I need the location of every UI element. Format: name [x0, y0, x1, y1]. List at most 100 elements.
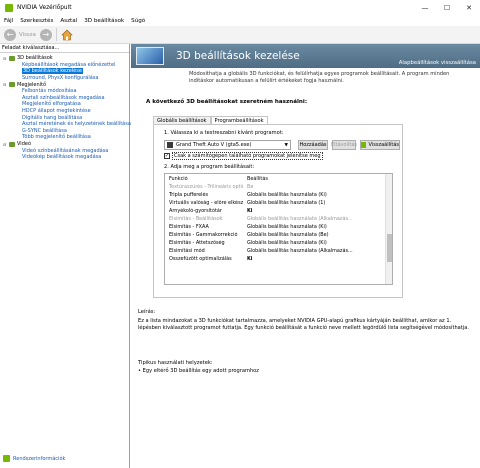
feature-name: Árnyékoló-gyorsítótár — [169, 208, 222, 214]
feature-setting[interactable]: Globális beállítás használata (1) — [243, 200, 392, 206]
sidebar-item-label: Videó színbeállításának megadása — [22, 147, 109, 154]
system-info-link[interactable]: Rendszerinformációk — [3, 455, 65, 462]
description-text: Ez a lista mindazokat a 3D funkciókat ta… — [138, 318, 469, 332]
sidebar-item[interactable]: 3D beállítások kezelése — [0, 68, 129, 75]
arrow-left-icon: ← — [6, 30, 14, 39]
sidebar-item[interactable]: Videó színbeállításának megadása — [0, 147, 129, 154]
sidebar-category[interactable]: ⊟ Videó — [0, 141, 129, 148]
menu-edit[interactable]: Szerkesztés — [20, 18, 53, 24]
main-panel: 3D beállítások kezelése Alapbeállítások … — [131, 44, 480, 468]
description-title: Leírás: — [138, 309, 156, 315]
minimize-button[interactable]: — — [414, 0, 436, 15]
sidebar-item[interactable]: HDCP állapot megtekintése — [0, 108, 129, 115]
category-icon — [9, 55, 15, 61]
back-label: Vissza — [19, 31, 36, 38]
page-description: Módosíthatja a globális 3D funkciókat, é… — [189, 71, 450, 85]
sidebar-item[interactable]: Videókép beállítások megadása — [0, 154, 129, 161]
remove-button[interactable]: Eltávolítás — [331, 140, 357, 150]
list-header: Funkció Beállítás — [165, 174, 392, 183]
maximize-button[interactable]: ☐ — [436, 0, 458, 15]
restore-button[interactable]: Visszaállítás — [360, 140, 400, 150]
program-select[interactable]: Grand Theft Auto V (gta5.exe) ▼ — [164, 140, 291, 150]
add-button[interactable]: Hozzáadás — [298, 140, 328, 150]
sidebar-category[interactable]: ⊟ Megjelenítő — [0, 81, 129, 88]
feature-setting[interactable]: Globális beállítás használata (Alkalmazá… — [243, 216, 392, 222]
feature-name: Élsimítás - Gammakorrekció — [169, 232, 238, 238]
collapse-icon[interactable]: ⊟ — [3, 142, 8, 147]
menu-3d-settings[interactable]: 3D beállítások — [84, 18, 124, 24]
list-scrollbar[interactable] — [385, 174, 392, 284]
step1-label: 1. Válassza ki a testreszabni kívánt pro… — [164, 130, 284, 136]
window-title: NVIDIA Vezérlőpult — [17, 4, 72, 11]
toolbar-divider — [55, 28, 57, 41]
page-title: 3D beállítások kezelése — [176, 50, 300, 62]
feature-settings-list: Funkció Beállítás Textúraszűrés - Trilin… — [164, 173, 393, 285]
table-row[interactable]: Élsimítás - FXAA Globális beállítás haszn… — [165, 223, 392, 231]
feature-setting[interactable]: Be — [243, 184, 392, 190]
menu-help[interactable]: Súgó — [131, 18, 145, 24]
feature-name: Élsimítási mód — [169, 248, 205, 254]
feature-setting[interactable]: Globális beállítás használata (Ki) — [243, 192, 392, 198]
sidebar-item[interactable]: Megjelenítő elforgatása — [0, 101, 129, 108]
sidebar-item[interactable]: Asztal méretének és helyzetének beállítá… — [0, 121, 131, 128]
sidebar-item[interactable]: Surround, PhysX konfigurálása — [0, 75, 129, 82]
sidebar-item-label: 3D beállítások kezelése — [22, 68, 83, 75]
sidebar-item-label: Digitális hang beállítása — [22, 114, 83, 121]
sidebar-item-label: Képbeállítások megadása előnézettel — [22, 61, 116, 68]
table-row[interactable]: Élsimítási mód Globális beállítás használ… — [165, 247, 392, 255]
feature-setting[interactable]: Globális beállítás használata (Alkalmazá… — [243, 248, 392, 254]
system-info-label: Rendszerinformációk — [13, 455, 66, 462]
table-row[interactable]: Árnyékoló-gyorsítótár Ki — [165, 207, 392, 215]
table-row[interactable]: Élsimítás - Gammakorrekció Globális beáll… — [165, 231, 392, 239]
list-body: Textúraszűrés - Trilineáris optimalizálá… — [165, 183, 392, 263]
feature-setting[interactable]: Globális beállítás használata (Be) — [243, 232, 392, 238]
table-row[interactable]: Összefűzött optimalizálás Ki — [165, 255, 392, 263]
collapse-icon[interactable]: ⊟ — [3, 82, 8, 87]
close-button[interactable]: ✕ — [458, 0, 480, 15]
restore-defaults-link[interactable]: Alapbeállítások visszaállítása — [399, 60, 476, 66]
sidebar-item-label: Videókép beállítások megadása — [22, 154, 102, 161]
scrollbar-thumb[interactable] — [387, 234, 392, 262]
home-icon — [61, 29, 74, 40]
sidebar-item[interactable]: Digitális hang beállítása — [0, 114, 129, 121]
menu-bar: Fájl Szerkesztés Asztal 3D beállítások S… — [0, 15, 480, 26]
table-row[interactable]: Virtuális valóság - előre elkészített ké… — [165, 199, 392, 207]
table-row[interactable]: Élsimítás - Áttetszőség Globális beállítá… — [165, 239, 392, 247]
checkbox-checked-icon: ✓ — [164, 153, 170, 159]
program-settings-panel: 1. Válassza ki a testreszabni kívánt pro… — [153, 124, 403, 298]
table-row[interactable]: Élsimítás - Beállítások Globális beállítá… — [165, 215, 392, 223]
title-bar: NVIDIA Vezérlőpult — ☐ ✕ — [0, 0, 480, 15]
usage-title: Tipikus használati helyzetek: — [138, 360, 213, 366]
feature-setting[interactable]: Globális beállítás használata (Ki) — [243, 240, 392, 246]
show-installed-checkbox[interactable]: ✓ Csak a számítógépen található programo… — [164, 152, 323, 160]
sidebar-category[interactable]: ⊟ 3D beállítások — [0, 55, 129, 62]
sidebar-item[interactable]: Több megjelenítő beállítása — [0, 134, 129, 141]
feature-setting[interactable]: Globális beállítás használata (Ki) — [243, 224, 392, 230]
restore-button-label: Visszaállítás — [368, 142, 399, 148]
feature-name: Élsimítás - Beállítások — [169, 216, 223, 222]
back-button[interactable]: ← — [4, 28, 16, 41]
feature-setting[interactable]: Ki — [243, 256, 392, 262]
feature-setting[interactable]: Ki — [243, 208, 392, 214]
sidebar-item-label: G-SYNC beállítása — [22, 127, 67, 134]
program-select-value: Grand Theft Auto V (gta5.exe) — [176, 142, 252, 148]
sidebar-item-label: Megjelenítő — [17, 81, 47, 88]
menu-desktop[interactable]: Asztal — [60, 18, 77, 24]
3d-settings-icon — [136, 47, 164, 65]
page-banner: 3D beállítások kezelése Alapbeállítások … — [131, 44, 480, 68]
task-sidebar: Feladat kiválasztása... ⊟ 3D beállítások K… — [0, 44, 131, 468]
table-row[interactable]: Textúraszűrés - Trilineáris optimalizálá… — [165, 183, 392, 191]
category-icon — [9, 141, 15, 147]
category-icon — [9, 82, 15, 88]
table-row[interactable]: Tripla pufferelés Globális beállítás hasz… — [165, 191, 392, 199]
sidebar-item[interactable]: Felbontás módosítása — [0, 88, 129, 95]
menu-file[interactable]: Fájl — [4, 18, 13, 24]
step2-label: 2. Adja meg a program beállításait: — [164, 164, 255, 170]
toolbar: ← Vissza → — [0, 26, 480, 44]
home-button[interactable] — [61, 28, 74, 41]
feature-column-header: Funkció — [169, 175, 188, 182]
feature-name: Textúraszűrés - Trilineáris optimalizálá… — [169, 184, 243, 190]
sidebar-item-label: Megjelenítő elforgatása — [22, 101, 81, 108]
collapse-icon[interactable]: ⊟ — [3, 56, 8, 61]
forward-button[interactable]: → — [39, 28, 52, 41]
